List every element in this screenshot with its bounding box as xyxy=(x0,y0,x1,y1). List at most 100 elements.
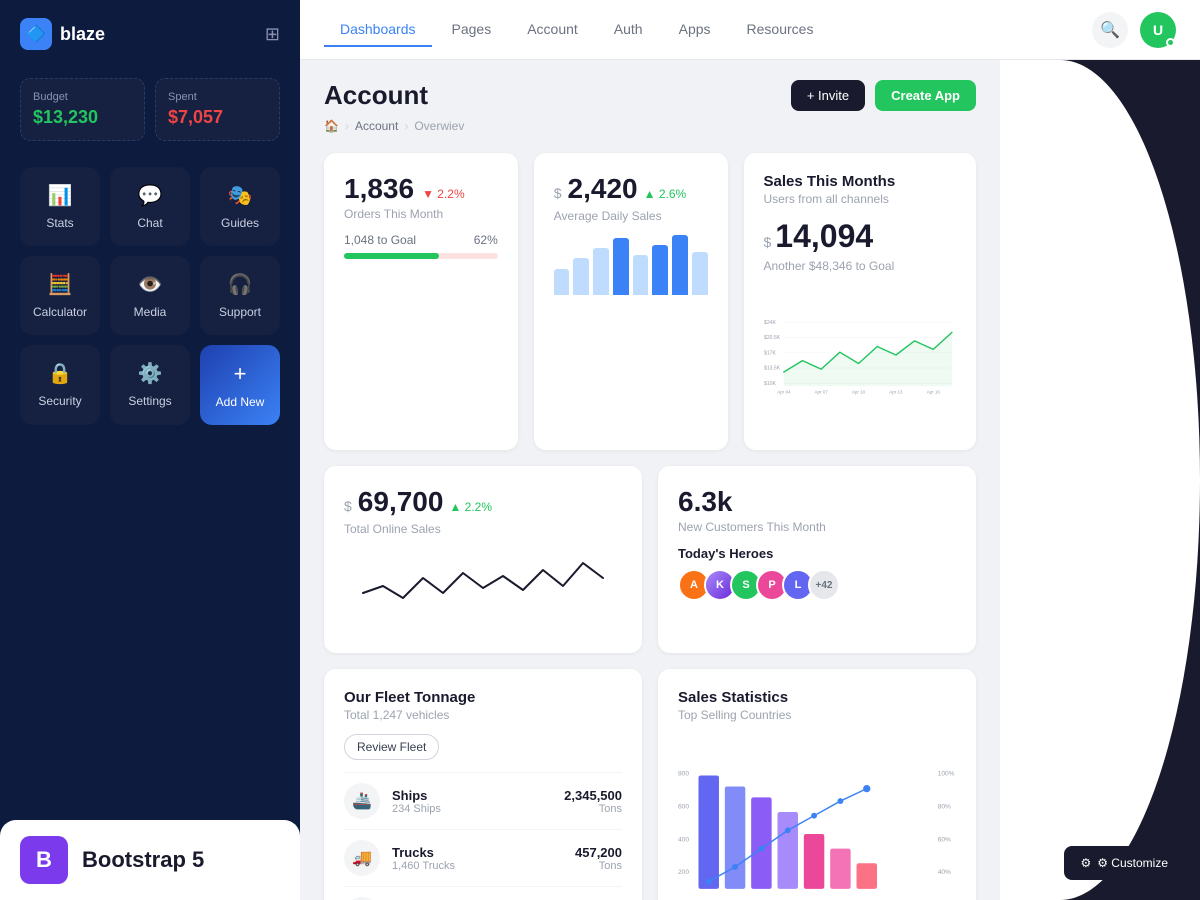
support-icon: 🎧 xyxy=(228,272,253,297)
svg-text:100%: 100% xyxy=(938,770,955,777)
header-actions: + Invite Create App xyxy=(791,80,976,111)
tab-dashboards[interactable]: Dashboards xyxy=(324,13,432,47)
svg-text:$24K: $24K xyxy=(764,320,776,326)
svg-text:80%: 80% xyxy=(938,803,951,810)
bootstrap-text: Bootstrap 5 xyxy=(82,847,204,873)
content-area: Account + Invite Create App 🏠 › Account … xyxy=(300,60,1200,900)
total-online-card: $ 69,700 ▲ 2.2% Total Online Sales xyxy=(324,466,642,653)
avatar-initial: U xyxy=(1153,22,1163,38)
stats-label: Stats xyxy=(46,216,73,230)
progress-bg xyxy=(344,253,498,259)
breadcrumb-current: Overwiev xyxy=(414,119,464,133)
sales-number: 14,094 xyxy=(775,218,873,255)
budget-card: Budget $13,230 xyxy=(20,78,145,141)
total-badge: ▲ 2.2% xyxy=(449,500,492,514)
svg-text:$17K: $17K xyxy=(764,350,776,356)
calculator-icon: 🧮 xyxy=(48,272,73,297)
customers-label: New Customers This Month xyxy=(678,520,956,534)
total-number: 69,700 xyxy=(358,486,444,518)
goal-text: 1,048 to Goal xyxy=(344,233,416,247)
support-label: Support xyxy=(219,305,261,319)
avg-label: Average Daily Sales xyxy=(554,209,708,223)
svg-text:200: 200 xyxy=(678,869,689,876)
tab-account[interactable]: Account xyxy=(511,13,594,47)
sidebar-item-chat[interactable]: 💬 Chat xyxy=(110,167,190,246)
trucks-value: 457,200 Tons xyxy=(575,845,622,872)
orders-label: Orders This Month xyxy=(344,207,498,221)
sidebar-item-support[interactable]: 🎧 Support xyxy=(200,256,280,335)
svg-text:Apr 07: Apr 07 xyxy=(814,390,828,395)
svg-text:40%: 40% xyxy=(938,869,951,876)
guides-icon: 🎭 xyxy=(228,183,253,208)
tab-pages[interactable]: Pages xyxy=(436,13,508,47)
orders-badge: ▼ 2.2% xyxy=(422,187,465,201)
avg-number: 2,420 xyxy=(568,173,638,205)
sidebar-item-stats[interactable]: 📊 Stats xyxy=(20,167,100,246)
svg-text:$13.5K: $13.5K xyxy=(764,366,781,372)
stats-icon: 📊 xyxy=(48,183,73,208)
sidebar: 🔷 blaze ⊞ Budget $13,230 Spent $7,057 📊 … xyxy=(0,0,300,900)
sidebar-item-calculator[interactable]: 🧮 Calculator xyxy=(20,256,100,335)
svg-text:600: 600 xyxy=(678,803,689,810)
sales-bar-chart: 800 600 400 200 100% 80 xyxy=(678,734,956,900)
sales-month-subtitle: Users from all channels xyxy=(764,192,957,206)
budget-value: $13,230 xyxy=(33,107,132,128)
logo-text: blaze xyxy=(60,24,105,45)
heroes-label: Today's Heroes xyxy=(678,546,956,561)
sidebar-item-media[interactable]: 👁️ Media xyxy=(110,256,190,335)
invite-button[interactable]: + Invite xyxy=(791,80,865,111)
settings-icon: ⚙️ xyxy=(138,361,163,386)
logo-icon: 🔷 xyxy=(20,18,52,50)
svg-text:Apr 04: Apr 04 xyxy=(777,390,791,395)
menu-icon[interactable]: ⊞ xyxy=(265,24,280,45)
chat-label: Chat xyxy=(137,216,162,230)
dashboard: Account + Invite Create App 🏠 › Account … xyxy=(300,60,1000,900)
top-nav: Dashboards Pages Account Auth Apps Resou… xyxy=(300,0,1200,60)
sidebar-item-settings[interactable]: ⚙️ Settings xyxy=(110,345,190,425)
guides-label: Guides xyxy=(221,216,259,230)
main-area: Dashboards Pages Account Auth Apps Resou… xyxy=(300,0,1200,900)
sidebar-item-add-new[interactable]: + Add New xyxy=(200,345,280,425)
tab-auth[interactable]: Auth xyxy=(598,13,659,47)
search-button[interactable]: 🔍 xyxy=(1092,12,1128,48)
bar-8 xyxy=(692,252,708,295)
trucks-info: Trucks 1,460 Trucks xyxy=(392,845,455,872)
bar-3 xyxy=(593,248,609,295)
chat-icon: 💬 xyxy=(138,183,163,208)
online-indicator xyxy=(1166,38,1175,47)
fleet-card: Our Fleet Tonnage Total 1,247 vehicles R… xyxy=(324,669,642,900)
breadcrumb-account[interactable]: Account xyxy=(355,119,398,133)
spent-card: Spent $7,057 xyxy=(155,78,280,141)
svg-text:Apr 16: Apr 16 xyxy=(926,390,940,395)
tab-apps[interactable]: Apps xyxy=(663,13,727,47)
bar-1 xyxy=(554,269,570,295)
sales-month-card: Sales This Months Users from all channel… xyxy=(744,153,977,450)
total-prefix: $ xyxy=(344,498,352,514)
user-avatar[interactable]: U xyxy=(1140,12,1176,48)
bootstrap-badge: B Bootstrap 5 xyxy=(0,820,300,900)
bottom-grid: Our Fleet Tonnage Total 1,247 vehicles R… xyxy=(324,669,976,900)
sidebar-item-security[interactable]: 🔒 Security xyxy=(20,345,100,425)
bar-7 xyxy=(672,235,688,295)
nav-grid: 📊 Stats 💬 Chat 🎭 Guides 🧮 Calculator 👁️ … xyxy=(0,157,300,435)
progress-fill xyxy=(344,253,439,259)
review-fleet-button[interactable]: Review Fleet xyxy=(344,734,439,760)
create-app-button[interactable]: Create App xyxy=(875,80,976,111)
breadcrumb: 🏠 › Account › Overwiev xyxy=(324,119,976,133)
sidebar-item-guides[interactable]: 🎭 Guides xyxy=(200,167,280,246)
sales-stats-title: Sales Statistics xyxy=(678,689,956,706)
tab-resources[interactable]: Resources xyxy=(731,13,830,47)
nav-tabs: Dashboards Pages Account Auth Apps Resou… xyxy=(324,13,829,47)
heroes-avatars: A K S P L +42 xyxy=(678,569,956,601)
svg-text:400: 400 xyxy=(678,836,689,843)
breadcrumb-home[interactable]: 🏠 xyxy=(324,119,339,133)
spent-value: $7,057 xyxy=(168,107,267,128)
customize-button[interactable]: ⚙ ⚙ Customize xyxy=(1064,846,1184,880)
fleet-item-ships: 🚢 Ships 234 Ships 2,345,500 Tons xyxy=(344,772,622,829)
add-icon: + xyxy=(234,361,247,387)
budget-label: Budget xyxy=(33,91,132,103)
page-title: Account xyxy=(324,80,428,111)
sidebar-header: 🔷 blaze ⊞ xyxy=(0,0,300,68)
sales-stats-card: Sales Statistics Top Selling Countries 8… xyxy=(658,669,976,900)
ships-icon: 🚢 xyxy=(344,783,380,819)
